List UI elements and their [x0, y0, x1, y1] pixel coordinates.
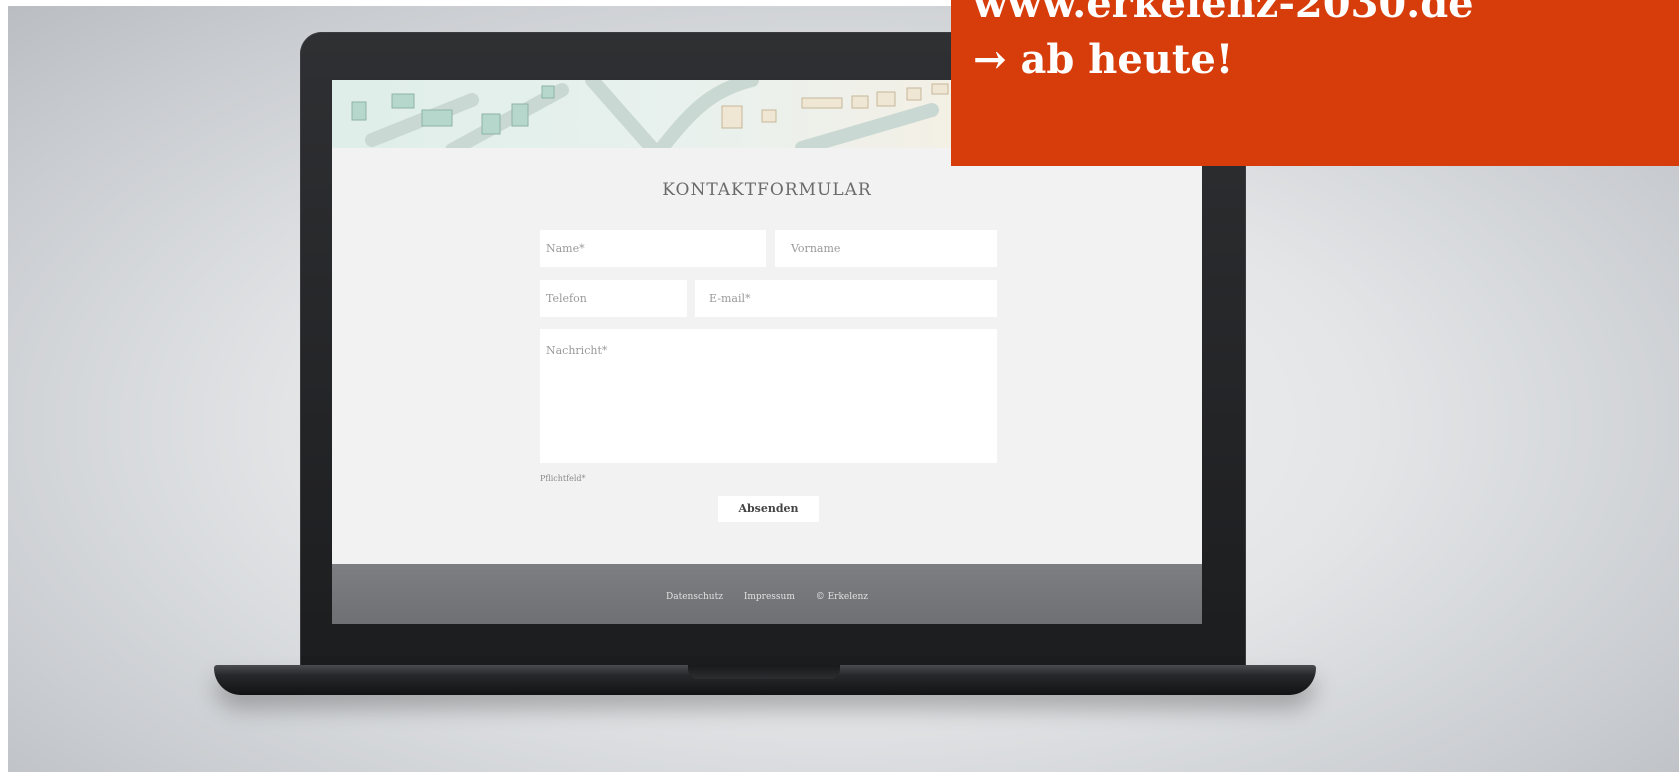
- footer-link-datenschutz[interactable]: Datenschutz: [666, 592, 723, 602]
- footer-links: Datenschutz Impressum © Erkelenz: [332, 592, 1202, 602]
- footer-copyright: © Erkelenz: [815, 592, 868, 602]
- promo-tagline: → ab heute!: [973, 36, 1234, 83]
- required-field-note: Pflichtfeld*: [540, 474, 586, 483]
- name-input[interactable]: Name*: [540, 230, 766, 267]
- page-footer: Datenschutz Impressum © Erkelenz: [332, 564, 1202, 624]
- background-strip-left: [0, 0, 8, 772]
- form-title: KONTAKTFORMULAR: [662, 180, 872, 200]
- laptop-hinge-notch: [688, 665, 840, 679]
- email-input[interactable]: E-mail*: [695, 280, 997, 317]
- vorname-input[interactable]: Vorname: [775, 230, 997, 267]
- promo-url: www.erkelenz-2030.de: [973, 0, 1474, 27]
- promo-banner: www.erkelenz-2030.de → ab heute!: [951, 0, 1679, 166]
- footer-link-impressum[interactable]: Impressum: [744, 592, 795, 602]
- telefon-input[interactable]: Telefon: [540, 280, 687, 317]
- submit-button[interactable]: Absenden: [718, 496, 819, 522]
- nachricht-textarea[interactable]: Nachricht*: [540, 329, 997, 463]
